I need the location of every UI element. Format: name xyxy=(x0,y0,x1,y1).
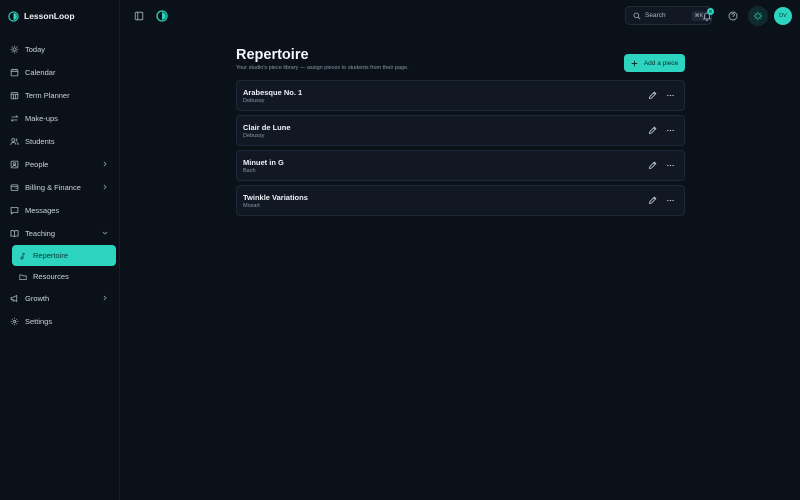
page-subtitle: Your studio's piece library — assign pie… xyxy=(236,65,409,71)
avatar[interactable]: DV xyxy=(774,7,792,25)
more-horizontal-icon[interactable] xyxy=(666,196,675,205)
notification-badge: 0 xyxy=(707,8,714,15)
sparkle-icon xyxy=(753,11,763,21)
sidebar-item-label: Calendar xyxy=(25,68,56,77)
chevron-right-icon xyxy=(103,161,107,167)
list-item[interactable]: Arabesque No. 1 Debussy xyxy=(236,80,685,111)
piece-composer: Mozart xyxy=(243,203,260,209)
sidebar-item-resources[interactable]: Resources xyxy=(12,266,116,287)
sidebar-item-teaching[interactable]: Teaching xyxy=(0,222,120,245)
piece-composer: Debussy xyxy=(243,133,265,139)
list-item[interactable]: Minuet in G Bach xyxy=(236,150,685,181)
gear-icon xyxy=(10,317,19,326)
book-icon xyxy=(10,230,19,238)
sidebar-item-label: Term Planner xyxy=(25,91,70,100)
sidebar-item-label: Settings xyxy=(25,317,53,326)
piece-title: Arabesque No. 1 xyxy=(243,88,303,97)
chevron-down-icon xyxy=(102,231,108,235)
sidebar-item-label: Resources xyxy=(33,272,69,281)
plus-icon xyxy=(631,60,638,66)
list-item[interactable]: Twinkle Variations Mozart xyxy=(236,185,685,216)
contact-icon xyxy=(10,160,19,169)
chevron-right-icon xyxy=(103,184,107,190)
sidebar-item-label: Students xyxy=(25,137,55,146)
help-icon[interactable] xyxy=(728,11,738,21)
sidebar-item-make-ups[interactable]: Make-ups xyxy=(0,107,120,130)
page-title: Repertoire xyxy=(236,47,309,63)
main-content: Repertoire Your studio's piece library —… xyxy=(236,46,685,216)
app-name: LessonLoop xyxy=(24,11,75,21)
repertoire-list: Arabesque No. 1 Debussy Clair de Lune De… xyxy=(236,80,685,220)
piece-title: Clair de Lune xyxy=(243,123,291,132)
pencil-icon[interactable] xyxy=(648,126,657,135)
sidebar-item-today[interactable]: Today xyxy=(0,38,120,61)
music-note-icon xyxy=(20,252,26,259)
pencil-icon[interactable] xyxy=(648,91,657,100)
sidebar-item-billing-finance[interactable]: Billing & Finance xyxy=(0,176,120,199)
swap-icon xyxy=(10,115,19,122)
search-label: Search xyxy=(645,12,666,19)
sidebar-item-label: Messages xyxy=(25,206,60,215)
more-horizontal-icon[interactable] xyxy=(666,161,675,170)
folder-icon xyxy=(19,274,27,280)
sidebar-item-settings[interactable]: Settings xyxy=(0,310,120,333)
pencil-icon[interactable] xyxy=(648,196,657,205)
search-button[interactable]: Search ⌘K xyxy=(625,6,712,25)
sidebar-item-label: Growth xyxy=(25,294,50,303)
sidebar: LessonLoop Today Calendar Term Planner M… xyxy=(0,0,120,500)
lessonloop-logo-icon xyxy=(8,10,19,22)
chevron-right-icon xyxy=(103,295,107,301)
add-piece-label: Add a piece xyxy=(643,59,679,67)
sidebar-item-repertoire[interactable]: Repertoire xyxy=(12,245,116,266)
sidebar-item-label: People xyxy=(25,160,49,169)
sidebar-toggle-icon[interactable] xyxy=(134,11,144,21)
sidebar-item-calendar[interactable]: Calendar xyxy=(0,61,120,84)
sidebar-item-label: Teaching xyxy=(25,229,56,238)
sidebar-item-label: Today xyxy=(25,45,46,54)
topbar: Search ⌘K 0 DV xyxy=(120,0,800,32)
calendar-grid-icon xyxy=(10,92,19,100)
add-piece-button[interactable]: Add a piece xyxy=(624,54,685,72)
sidebar-nav: Today Calendar Term Planner Make-ups Stu… xyxy=(0,38,120,333)
piece-title: Twinkle Variations xyxy=(243,193,308,202)
sidebar-item-people[interactable]: People xyxy=(0,153,120,176)
sidebar-item-messages[interactable]: Messages xyxy=(0,199,120,222)
lessonloop-logo-icon[interactable] xyxy=(156,10,168,22)
search-icon xyxy=(633,12,641,20)
brand[interactable]: LessonLoop xyxy=(8,9,75,23)
sidebar-item-students[interactable]: Students xyxy=(0,130,120,153)
sidebar-item-growth[interactable]: Growth xyxy=(0,287,120,310)
message-icon xyxy=(10,207,19,215)
calendar-icon xyxy=(10,68,19,77)
sidebar-item-term-planner[interactable]: Term Planner xyxy=(0,84,120,107)
sidebar-item-label: Repertoire xyxy=(33,251,69,260)
ai-assistant-button[interactable] xyxy=(748,6,768,26)
sidebar-item-label: Billing & Finance xyxy=(25,183,81,192)
megaphone-icon xyxy=(10,294,18,303)
piece-title: Minuet in G xyxy=(243,158,284,167)
piece-composer: Bach xyxy=(243,168,256,174)
more-horizontal-icon[interactable] xyxy=(666,91,675,100)
list-item[interactable]: Clair de Lune Debussy xyxy=(236,115,685,146)
sun-icon xyxy=(10,45,19,54)
pencil-icon[interactable] xyxy=(648,161,657,170)
piece-composer: Debussy xyxy=(243,98,265,104)
more-horizontal-icon[interactable] xyxy=(666,126,675,135)
wallet-icon xyxy=(10,184,19,191)
users-icon xyxy=(10,138,19,145)
sidebar-item-label: Make-ups xyxy=(25,114,58,123)
